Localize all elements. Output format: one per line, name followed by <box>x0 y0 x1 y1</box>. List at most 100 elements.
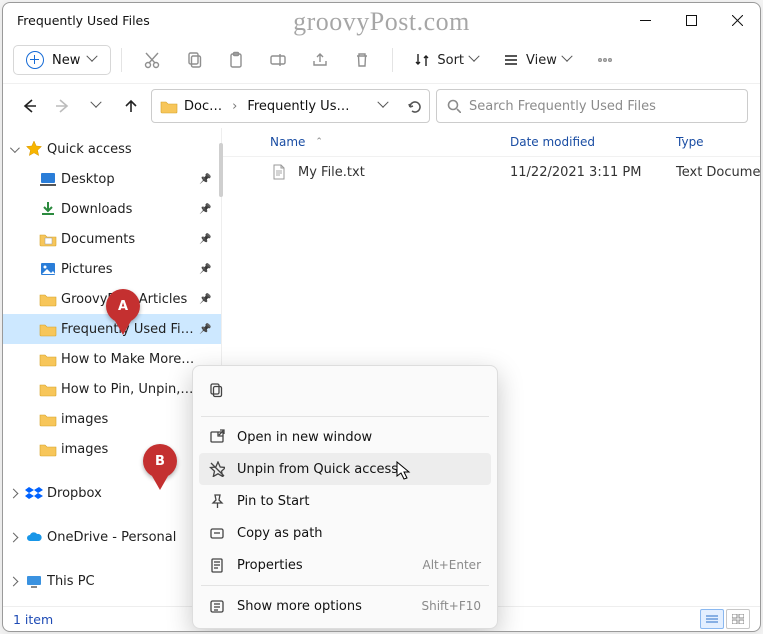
sidebar-item-1[interactable]: Downloads📌 <box>3 194 221 224</box>
address-bar[interactable]: Doc… › Frequently Us… <box>151 89 430 123</box>
address-root[interactable]: Doc… <box>152 90 230 122</box>
copy-button[interactable] <box>174 42 214 78</box>
sidebar-item-label: Downloads <box>61 202 195 217</box>
refresh-button[interactable] <box>399 91 429 121</box>
paste-button[interactable] <box>216 42 256 78</box>
forward-icon <box>55 98 71 114</box>
status-text: 1 item <box>13 612 53 627</box>
list-row[interactable]: My File.txt11/22/2021 3:11 PMText Docume… <box>222 157 761 187</box>
back-button[interactable] <box>15 92 43 120</box>
col-date[interactable]: Date modified <box>510 135 676 149</box>
col-name[interactable]: Name ⌃ <box>270 135 510 149</box>
unpin-icon <box>209 461 225 477</box>
pin-icon <box>209 493 225 509</box>
cursor-icon <box>396 461 412 485</box>
more-button[interactable] <box>585 42 625 78</box>
rename-icon <box>269 51 287 69</box>
sidebar-this-pc[interactable]: This PC <box>3 566 221 596</box>
pin-icon: 📌 <box>199 324 215 335</box>
expand-icon[interactable] <box>5 575 21 588</box>
forward-button[interactable] <box>49 92 77 120</box>
ctx-show-more[interactable]: Show more options Shift+F10 <box>199 590 491 622</box>
sidebar-onedrive[interactable]: OneDrive - Personal <box>3 522 221 552</box>
quick-access-label: Quick access <box>47 142 221 157</box>
address-seg-2[interactable]: Frequently Us… <box>239 90 357 122</box>
maximize-button[interactable] <box>668 3 714 37</box>
folder-icon <box>39 290 57 308</box>
ctx-pin-to-start[interactable]: Pin to Start <box>199 485 491 517</box>
file-date: 11/22/2021 3:11 PM <box>510 165 676 180</box>
search-input[interactable]: Search Frequently Used Files <box>436 89 748 123</box>
ctx-unpin-quick-access[interactable]: Unpin from Quick access <box>199 453 491 485</box>
download-icon <box>39 200 57 218</box>
sidebar-item-9[interactable]: images <box>3 434 221 464</box>
ctx-more-shortcut: Shift+F10 <box>421 599 481 613</box>
window-title: Frequently Used Files <box>3 13 150 28</box>
separator <box>392 48 393 72</box>
file-name: My File.txt <box>298 165 365 180</box>
close-button[interactable] <box>714 3 760 37</box>
pin-icon: 📌 <box>199 294 215 305</box>
ctx-properties[interactable]: Properties Alt+Enter <box>199 549 491 581</box>
rename-button[interactable] <box>258 42 298 78</box>
delete-button[interactable] <box>342 42 382 78</box>
cloud-icon <box>25 528 43 546</box>
sidebar-scrollbar[interactable] <box>219 143 223 197</box>
chevron-down-icon <box>470 55 480 65</box>
sidebar-item-3[interactable]: Pictures📌 <box>3 254 221 284</box>
sidebar-item-6[interactable]: How to Make More Spa <box>3 344 221 374</box>
paste-icon <box>227 51 245 69</box>
recent-button[interactable] <box>83 92 111 120</box>
folder-icon <box>39 350 57 368</box>
up-button[interactable] <box>117 92 145 120</box>
new-button[interactable]: New <box>13 45 111 75</box>
column-headers: Name ⌃ Date modified Type <box>222 128 761 157</box>
view-button[interactable]: View <box>492 42 583 78</box>
ctx-properties-label: Properties <box>237 558 410 573</box>
minimize-button[interactable] <box>622 3 668 37</box>
sort-asc-icon: ⌃ <box>315 137 323 147</box>
share-button[interactable] <box>300 42 340 78</box>
window-icon <box>209 429 225 445</box>
thumbnails-view-button[interactable] <box>726 609 750 629</box>
title-bar: Frequently Used Files <box>3 3 760 37</box>
trash-icon <box>353 51 371 69</box>
ctx-copy-as-path[interactable]: Copy as path <box>199 517 491 549</box>
search-icon <box>447 99 461 113</box>
ctx-properties-shortcut: Alt+Enter <box>422 558 481 572</box>
pin-icon: 📌 <box>199 174 215 185</box>
back-icon <box>21 98 37 114</box>
address-dropdown[interactable] <box>369 91 399 121</box>
sidebar-item-2[interactable]: Documents 📌 <box>3 224 221 254</box>
copy-icon <box>208 382 224 398</box>
sidebar-quick-access[interactable]: Quick access <box>3 134 221 164</box>
sidebar-dropbox[interactable]: Dropbox <box>3 478 221 508</box>
expand-icon[interactable] <box>5 143 21 156</box>
sort-button[interactable]: Sort <box>403 42 490 78</box>
sidebar-item-label: Desktop <box>61 172 195 187</box>
folder-icon <box>39 320 57 338</box>
details-view-button[interactable] <box>700 609 724 629</box>
sidebar-item-8[interactable]: images <box>3 404 221 434</box>
chevron-down-icon <box>563 55 573 65</box>
expand-icon[interactable] <box>5 487 21 500</box>
chevron-down-icon <box>92 101 102 111</box>
desktop-icon <box>39 170 57 188</box>
up-icon <box>123 98 139 114</box>
expand-icon[interactable] <box>5 531 21 544</box>
pin-icon: 📌 <box>199 234 215 245</box>
ctx-open-new-window[interactable]: Open in new window <box>199 421 491 453</box>
sidebar-item-label: Documents <box>61 232 195 247</box>
ctx-copy-icon[interactable] <box>201 374 231 406</box>
ctx-unpin-label: Unpin from Quick access <box>237 462 481 477</box>
breadcrumb-chevron[interactable]: › <box>230 99 239 114</box>
context-menu: Open in new window Unpin from Quick acce… <box>192 365 498 629</box>
chevron-down-icon <box>88 55 98 65</box>
cut-button[interactable] <box>132 42 172 78</box>
path-icon <box>209 525 225 541</box>
col-type[interactable]: Type <box>676 135 761 149</box>
plus-icon <box>26 51 44 69</box>
view-icon <box>502 51 520 69</box>
sidebar-item-7[interactable]: How to Pin, Unpin, Hid <box>3 374 221 404</box>
sidebar-item-0[interactable]: Desktop 📌 <box>3 164 221 194</box>
